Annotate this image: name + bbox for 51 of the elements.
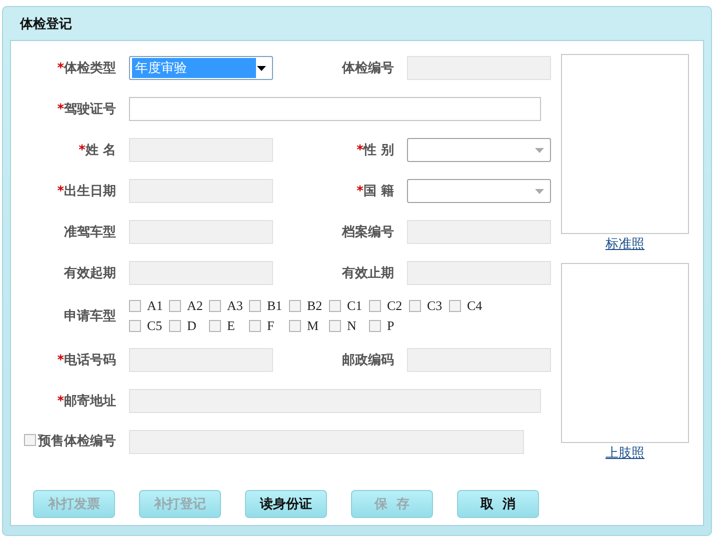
input-field[interactable] — [129, 96, 541, 120]
vehicle-type-checkbox[interactable]: P — [369, 318, 403, 334]
required-mark: * — [57, 352, 64, 368]
field-label: *驾驶证号 — [56, 100, 116, 118]
vehicle-type-checkbox[interactable]: C2 — [369, 298, 403, 314]
vehicle-type-checkbox[interactable]: M — [289, 318, 323, 334]
required-mark: * — [57, 102, 64, 116]
panel-title: 体检登记 — [20, 16, 72, 32]
field-label: *国 籍 — [356, 182, 394, 200]
vehicle-type-checkbox[interactable]: C1 — [329, 298, 363, 314]
vehicle-type-checkbox[interactable]: A1 — [129, 298, 163, 314]
select-field[interactable] — [407, 178, 551, 202]
required-mark: * — [57, 184, 64, 198]
vehicle-type-checkbox[interactable]: C3 — [409, 298, 443, 314]
vehicle-type-checkbox[interactable]: B1 — [249, 298, 283, 314]
field-label: 准驾车型 — [63, 224, 116, 240]
vehicle-type-checkbox[interactable]: B2 — [289, 298, 323, 314]
required-mark: * — [57, 394, 64, 408]
vehicle-type-checkbox[interactable]: N — [329, 318, 363, 334]
required-mark: * — [356, 142, 364, 158]
vehicle-type-checkbox[interactable]: A3 — [209, 298, 243, 314]
field-label: 有效起期 — [62, 264, 116, 282]
field-label: 预售体检编号 — [38, 433, 116, 450]
required-mark: * — [356, 184, 364, 198]
select-field[interactable] — [407, 138, 551, 162]
field-label: *性 别 — [356, 142, 394, 158]
field-label: *出生日期 — [56, 182, 116, 200]
vehicle-type-checkbox[interactable]: D — [169, 318, 203, 334]
photo-link[interactable]: 上肢照 — [606, 444, 644, 462]
field-label: *电话号码 — [56, 352, 116, 368]
dropdown-arrow-icon — [257, 66, 266, 70]
field-label: 申请车型 — [63, 308, 116, 325]
action-button[interactable]: 取 消 — [457, 490, 539, 518]
required-mark: * — [57, 60, 64, 76]
vehicle-type-checkbox[interactable]: A2 — [169, 298, 203, 314]
field-label: *邮寄地址 — [56, 392, 116, 410]
dropdown-arrow-icon — [535, 148, 544, 152]
field-label: 档案编号 — [340, 224, 394, 240]
vehicle-type-checkbox[interactable]: C5 — [129, 318, 163, 334]
dropdown-arrow-icon — [535, 188, 544, 194]
field-label: 体检编号 — [340, 60, 394, 76]
field-label: *姓 名 — [78, 142, 116, 158]
vehicle-type-checkbox[interactable]: C4 — [449, 298, 483, 314]
vehicle-type-checkbox[interactable]: E — [209, 318, 243, 334]
field-label: *体检类型 — [56, 60, 116, 76]
field-label: 邮政编码 — [341, 352, 394, 368]
vehicle-type-checkbox[interactable]: F — [249, 318, 283, 334]
required-mark: * — [78, 142, 86, 158]
action-button[interactable]: 读身份证 — [245, 490, 327, 518]
photo-link[interactable]: 标准照 — [606, 235, 644, 253]
field-label: 有效止期 — [340, 264, 394, 282]
